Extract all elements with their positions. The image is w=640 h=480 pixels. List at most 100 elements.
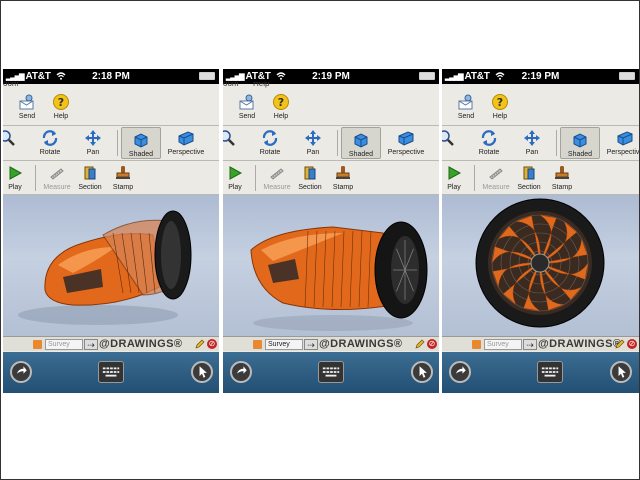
forward-arrow-icon[interactable] [230,361,252,383]
rss-icon[interactable] [253,340,262,349]
model-shadow [253,315,413,331]
shaded-label: Shaded [128,151,154,158]
pan-button[interactable]: Pan [293,126,333,156]
rss-icon[interactable] [33,340,42,349]
toolbar-view: Rotate Pan Shaded Perspective [442,126,639,161]
keyboard-icon[interactable] [537,361,563,383]
close-icon[interactable]: ⊘ [207,339,217,349]
help-button[interactable]: ? Help [41,90,81,120]
stamp-button[interactable]: Stamp [323,161,363,191]
shaded-button[interactable]: Shaded [560,127,600,159]
scooter-model[interactable] [223,195,439,336]
zoom-button[interactable] [3,126,27,149]
stamp-button[interactable]: Stamp [542,161,582,191]
shaded-cube-icon [573,133,587,148]
scooter-model[interactable] [442,195,639,336]
play-icon [448,166,462,180]
menu-item-help[interactable]: Help [253,82,283,88]
play-button[interactable]: Play [442,161,474,191]
scooter-body[interactable] [250,221,428,319]
pan-button[interactable]: Pan [73,126,113,156]
go-arrow-icon[interactable]: ⇢ [304,339,318,350]
help-icon: ? [273,94,289,110]
pan-button[interactable]: Pan [512,126,552,156]
measure-icon [50,168,64,180]
browser-nav-bar [3,352,219,393]
3d-viewport[interactable] [223,195,439,336]
3d-viewport[interactable] [442,195,639,336]
rotate-button[interactable]: Rotate [469,126,509,156]
pan-label: Pan [306,149,320,156]
menu-item-zoom[interactable]: oom [223,82,253,88]
stamp-button[interactable]: Stamp [103,161,143,191]
survey-input[interactable]: Survey [45,339,83,350]
help-button[interactable]: ? Help [480,90,520,120]
toolbar-view: Rotate Pan Shaded Perspective [3,126,219,161]
pencil-icon[interactable] [615,339,625,349]
clock: 2:18 PM [92,71,130,82]
menu-bar [442,82,502,90]
shaded-button[interactable]: Shaded [341,127,381,159]
pan-label: Pan [525,149,539,156]
close-icon[interactable]: ⊘ [427,339,437,349]
toolbar-file: Send ? Help [442,90,639,126]
survey-input[interactable]: Survey [265,339,303,350]
send-label: Send [238,113,256,120]
keyboard-icon[interactable] [98,361,124,383]
scooter-model[interactable] [3,195,219,336]
go-arrow-icon[interactable]: ⇢ [84,339,98,350]
menu-item-zoom[interactable]: oom [3,82,33,88]
rotate-icon [42,130,58,146]
bottom-toolbar: Survey ⇢ @DRAWINGS® ⊘ [3,336,219,351]
measure-label: Measure [482,184,510,191]
phone-screen-3: ▂▃▅▇ AT&T 2:19 PM Send ? Help Rotate Pan… [442,69,639,393]
help-label: Help [273,113,289,120]
zoom-button[interactable] [223,126,247,149]
play-button[interactable]: Play [223,161,255,191]
perspective-label: Perspective [167,149,205,156]
perspective-button[interactable]: Perspective [383,126,429,156]
pointer-icon[interactable] [411,361,433,383]
rotate-button[interactable]: Rotate [250,126,290,156]
perspective-cube-icon [178,131,194,146]
pencil-icon[interactable] [195,339,205,349]
envelope-person-icon [239,94,254,110]
toolbar-divider [35,165,36,191]
close-icon[interactable]: ⊘ [627,339,637,349]
rotate-icon [262,130,278,146]
scooter-front[interactable] [475,198,605,328]
3d-viewport[interactable] [3,195,219,336]
perspective-button[interactable]: Perspective [163,126,209,156]
go-arrow-icon[interactable]: ⇢ [523,339,537,350]
help-icon: ? [492,94,508,110]
send-label: Send [457,113,475,120]
survey-input[interactable]: Survey [484,339,522,350]
scooter-body[interactable] [44,210,192,306]
clock: 2:19 PM [312,71,350,82]
pointer-icon[interactable] [610,361,632,383]
pan-arrows-icon [85,130,101,146]
pencil-icon[interactable] [415,339,425,349]
help-button[interactable]: ? Help [261,90,301,120]
pointer-icon[interactable] [191,361,213,383]
rotate-button[interactable]: Rotate [30,126,70,156]
forward-arrow-icon[interactable] [449,361,471,383]
play-button[interactable]: Play [3,161,35,191]
play-icon [9,166,23,180]
help-icon: ? [53,94,69,110]
play-icon [229,166,243,180]
measure-label: Measure [263,184,291,191]
model-shadow [18,305,178,325]
keyboard-icon[interactable] [318,361,344,383]
play-label: Play [447,184,461,191]
forward-arrow-icon[interactable] [10,361,32,383]
perspective-cube-icon [398,131,414,146]
brand-logo: @DRAWINGS® [99,338,183,350]
perspective-button[interactable]: Perspective [602,126,639,156]
section-label: Section [517,184,541,191]
shaded-button[interactable]: Shaded [121,127,161,159]
toolbar-tools: Play Measure Section Stamp [442,161,639,195]
brand-logo: @DRAWINGS® [319,338,403,350]
zoom-button[interactable] [442,126,466,149]
rss-icon[interactable] [472,340,481,349]
